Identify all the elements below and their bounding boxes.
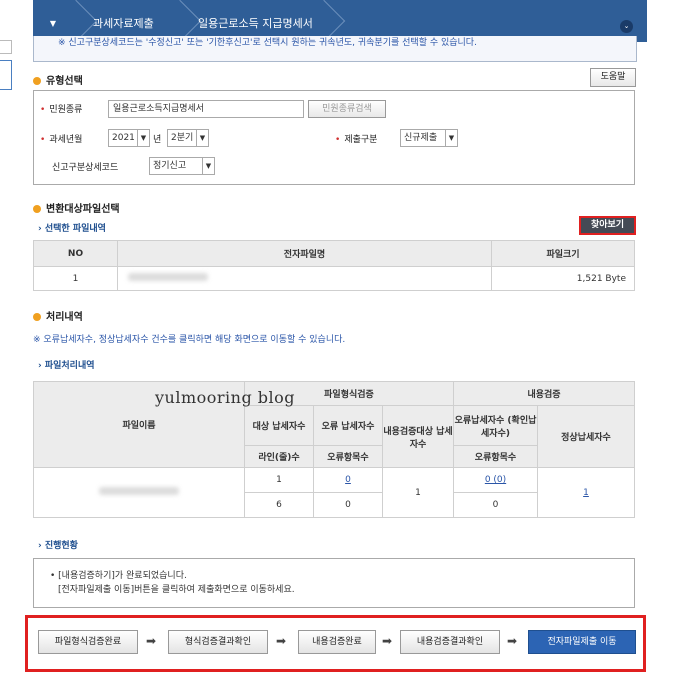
column-header-filename: 전자파일명 xyxy=(117,240,492,267)
step-content-check-done[interactable]: 내용검증완료 xyxy=(298,630,376,654)
complaint-type-input[interactable]: 일용근로소득지급명세서 xyxy=(108,100,304,118)
progress-line-1: • [내용검증하기]가 완료되었습니다. xyxy=(50,571,187,581)
row-normal-taxpayers[interactable]: 1 xyxy=(537,467,635,518)
bullet-icon xyxy=(33,77,41,85)
process-table: 파일이름 파일형식검증 내용검증 대상 납세자수 오류 납세자수 내용검증대상 … xyxy=(33,381,635,518)
process-note: ※ 오류납세자수, 정상납세자수 건수를 클릭하면 해당 화면으로 이동할 수 … xyxy=(33,335,346,345)
arrow-right-icon: ➡ xyxy=(382,634,393,648)
arrow-right-icon: ➡ xyxy=(507,634,518,648)
browse-button[interactable]: 찾아보기 xyxy=(579,216,636,235)
step-format-check-done[interactable]: 파일형식검증완료 xyxy=(38,630,138,654)
year-select[interactable]: 2021 ▼ xyxy=(108,129,150,147)
row-filename xyxy=(117,266,492,291)
submit-type-label: • 제출구분 xyxy=(335,135,378,145)
complaint-search-button[interactable]: 민원종류검색 xyxy=(308,100,386,118)
header-error-items-content: 오류항목수 xyxy=(453,445,538,468)
header-content-check: 내용검증 xyxy=(453,381,635,406)
row-error-taxpayers[interactable]: 0 xyxy=(313,467,383,493)
progress-line-2: [전자파일제출 이동]버튼을 클릭하여 제출화면으로 이동하세요. xyxy=(58,585,295,595)
left-panel-edge xyxy=(0,40,12,54)
chevron-down-icon: ▼ xyxy=(202,158,214,174)
header-normal-taxpayers: 정상납세자수 xyxy=(537,405,635,468)
row-error-items: 0 xyxy=(313,492,383,518)
row-target-taxpayers: 1 xyxy=(244,467,314,493)
bullet-icon xyxy=(33,205,41,213)
report-code-label: 신고구분상세코드 xyxy=(52,163,119,173)
help-button[interactable]: 도움말 xyxy=(590,68,636,87)
left-panel-input[interactable] xyxy=(0,60,12,90)
blurred-filename xyxy=(128,273,208,281)
e-file-submit-button[interactable]: 전자파일제출 이동 xyxy=(528,630,636,654)
selected-file-subtitle: › 선택한 파일내역 xyxy=(38,224,106,234)
step-flow: 파일형식검증완료 ➡ 형식검증결과확인 ➡ 내용검증완료 ➡ 내용검증결과확인 … xyxy=(25,615,646,672)
watermark-text: yulmooring blog xyxy=(155,388,296,407)
progress-subtitle: › 진행현황 xyxy=(38,541,78,551)
chevron-down-icon: ▼ xyxy=(445,130,457,146)
row-error-items-content: 0 xyxy=(453,492,538,518)
arrow-right-icon: ➡ xyxy=(276,634,287,648)
header-content-target: 내용검증대상 납세자수 xyxy=(382,405,454,468)
header-error-taxpayers: 오류 납세자수 xyxy=(313,405,383,446)
year-suffix: 년 xyxy=(153,135,162,145)
header-target-taxpayers: 대상 납세자수 xyxy=(244,405,314,446)
chevron-down-icon: ▼ xyxy=(196,130,208,146)
table-row[interactable]: 1 1,521 Byte xyxy=(33,266,635,291)
bullet-icon xyxy=(33,313,41,321)
report-code-select[interactable]: 정기신고 ▼ xyxy=(149,157,215,175)
step-content-result[interactable]: 내용검증결과확인 xyxy=(400,630,500,654)
row-no: 1 xyxy=(33,266,118,291)
progress-message-box: • [내용검증하기]가 완료되었습니다. [전자파일제출 이동]버튼을 클릭하여… xyxy=(33,558,635,608)
row-error-taxpayers-confirm[interactable]: 0 (0) xyxy=(453,467,538,493)
submit-type-select[interactable]: 신규제출 ▼ xyxy=(400,129,458,147)
type-section-title: 유형선택 xyxy=(33,72,83,87)
file-table: NO 전자파일명 파일크기 1 1,521 Byte xyxy=(33,240,635,291)
header-error-taxpayers-confirm: 오류납세자수 (확인납세자수) xyxy=(453,405,538,446)
row-content-target: 1 xyxy=(382,467,454,518)
file-process-subtitle: › 파일처리내역 xyxy=(38,361,95,371)
chevron-down-icon[interactable]: ⌄ xyxy=(620,20,633,33)
notice-text: ※ 신고구분상세코드는 '수정신고' 또는 '기한후신고'로 선택시 원하는 귀… xyxy=(33,36,637,62)
column-header-filesize: 파일크기 xyxy=(491,240,635,267)
file-section-title: 변환대상파일선택 xyxy=(33,200,120,215)
chevron-down-icon: ▼ xyxy=(137,130,149,146)
row-filename xyxy=(33,467,245,518)
complaint-type-label: • 민원종류 xyxy=(40,105,83,115)
row-filesize: 1,521 Byte xyxy=(491,266,635,291)
arrow-right-icon: ➡ xyxy=(146,634,157,648)
step-format-result[interactable]: 형식검증결과확인 xyxy=(168,630,268,654)
table-row: 1 0 1 0 (0) 1 xyxy=(33,467,635,518)
blurred-filename xyxy=(99,487,179,495)
header-lines: 라인(줄)수 xyxy=(244,445,314,468)
column-header-no: NO xyxy=(33,240,118,267)
quarter-select[interactable]: 2분기 ▼ xyxy=(167,129,209,147)
process-section-title: 처리내역 xyxy=(33,308,83,323)
header-error-items: 오류항목수 xyxy=(313,445,383,468)
row-lines: 6 xyxy=(244,492,314,518)
tax-period-label: • 과세년월 xyxy=(40,135,83,145)
